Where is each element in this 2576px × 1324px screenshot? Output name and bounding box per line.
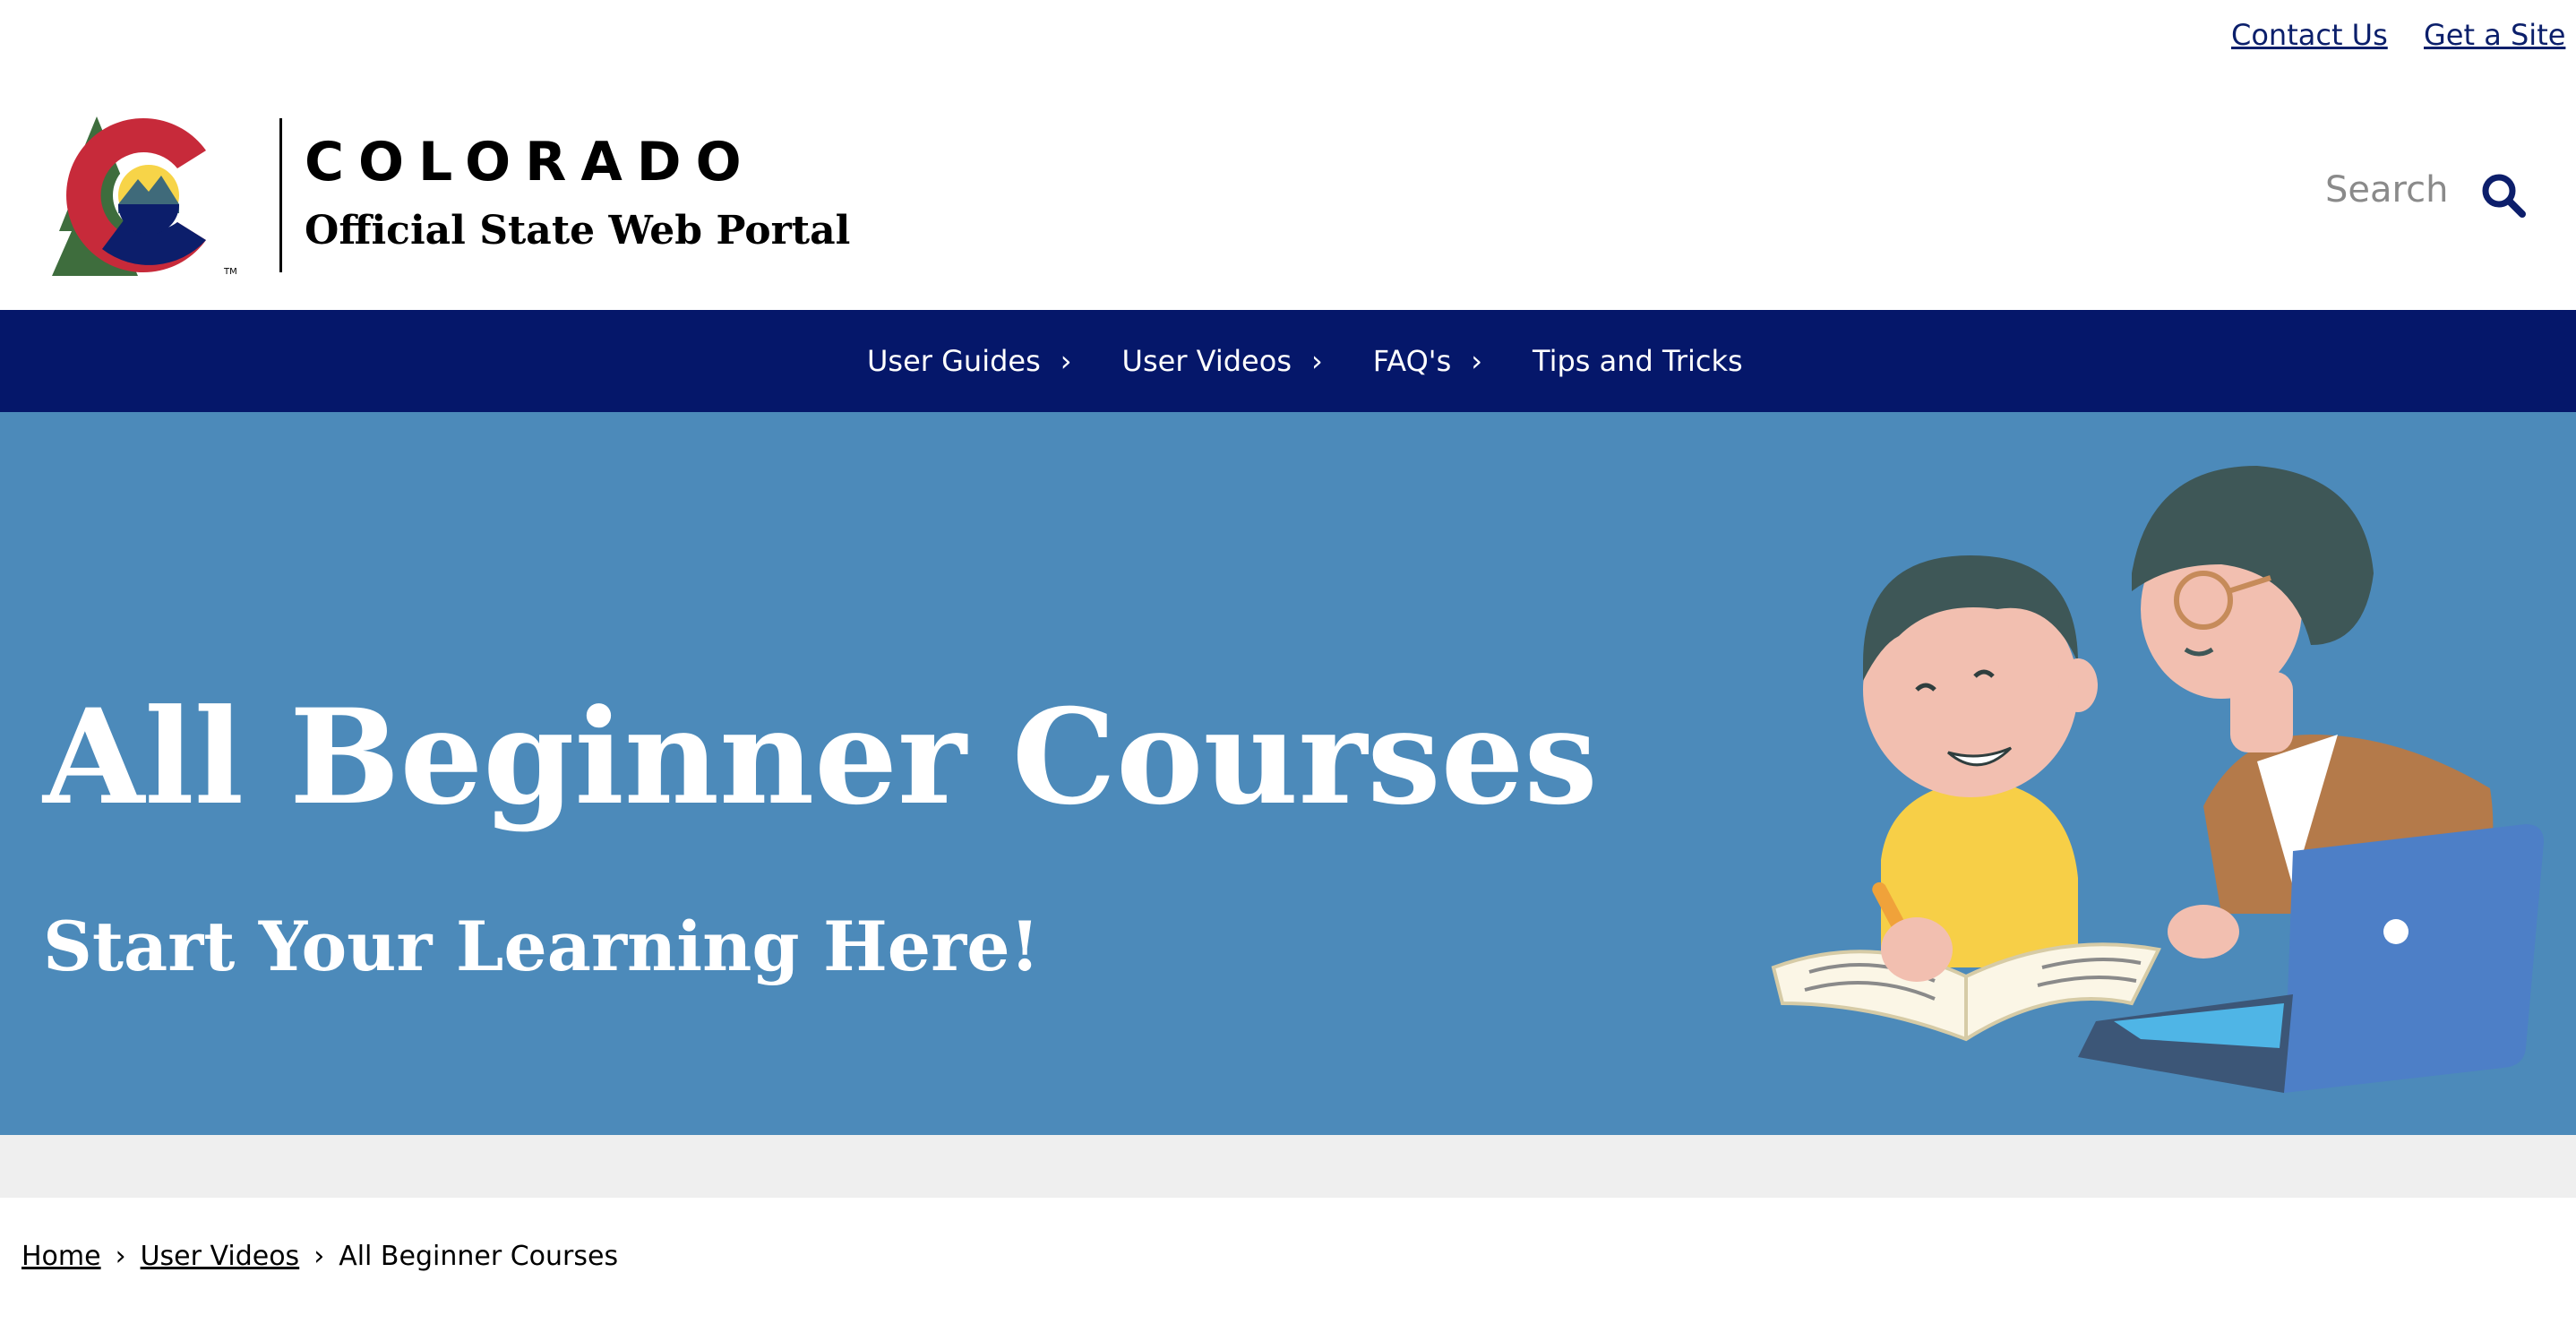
- logo-tagline[interactable]: Official State Web Portal: [305, 208, 850, 254]
- search-icon: [2482, 174, 2526, 218]
- breadcrumb-home-link[interactable]: Home: [21, 1241, 101, 1272]
- nav-items: User Guides › User Videos › FAQ's › Tips…: [867, 310, 1743, 412]
- learning-illustration: [1771, 466, 2544, 1093]
- get-a-site-link[interactable]: Get a Site: [2424, 18, 2565, 52]
- nav-item-user-guides[interactable]: User Guides ›: [867, 344, 1072, 378]
- chevron-right-icon: ›: [1060, 344, 1072, 378]
- chevron-right-icon: ›: [1310, 344, 1323, 378]
- page-subtitle: Start Your Learning Here!: [43, 907, 1040, 986]
- site-header: TM COLORADO Official State Web Portal: [0, 72, 2576, 310]
- contact-us-link[interactable]: Contact Us: [2231, 18, 2388, 52]
- breadcrumb-current: All Beginner Courses: [339, 1241, 619, 1272]
- nav-item-label: FAQ's: [1372, 344, 1452, 378]
- nav-item-tips-and-tricks[interactable]: Tips and Tricks: [1533, 344, 1743, 378]
- search-input[interactable]: [2293, 161, 2472, 219]
- utility-bar: Contact Us Get a Site: [0, 0, 2576, 72]
- main-nav: User Guides › User Videos › FAQ's › Tips…: [0, 310, 2576, 412]
- nav-item-user-videos[interactable]: User Videos ›: [1122, 344, 1323, 378]
- search-button[interactable]: [2477, 170, 2531, 224]
- breadcrumb: Home › User Videos › All Beginner Course…: [21, 1241, 618, 1272]
- breadcrumb-separator: ›: [115, 1241, 126, 1272]
- page-title: All Beginner Courses: [43, 681, 1598, 834]
- breadcrumb-separator: ›: [313, 1241, 325, 1272]
- chevron-right-icon: ›: [1471, 344, 1483, 378]
- logo-wordmark[interactable]: COLORADO: [305, 131, 756, 193]
- nav-item-label: Tips and Tricks: [1533, 344, 1743, 378]
- nav-item-label: User Guides: [867, 344, 1041, 378]
- breadcrumb-user-videos-link[interactable]: User Videos: [141, 1241, 300, 1272]
- section-divider-band: [0, 1135, 2576, 1198]
- logo-divider: [279, 118, 282, 272]
- svg-text:TM: TM: [223, 267, 237, 276]
- nav-item-label: User Videos: [1121, 344, 1292, 378]
- colorado-c-logo-icon[interactable]: TM: [52, 115, 256, 276]
- nav-item-faqs[interactable]: FAQ's ›: [1373, 344, 1482, 378]
- hero-banner: All Beginner Courses Start Your Learning…: [0, 412, 2576, 1135]
